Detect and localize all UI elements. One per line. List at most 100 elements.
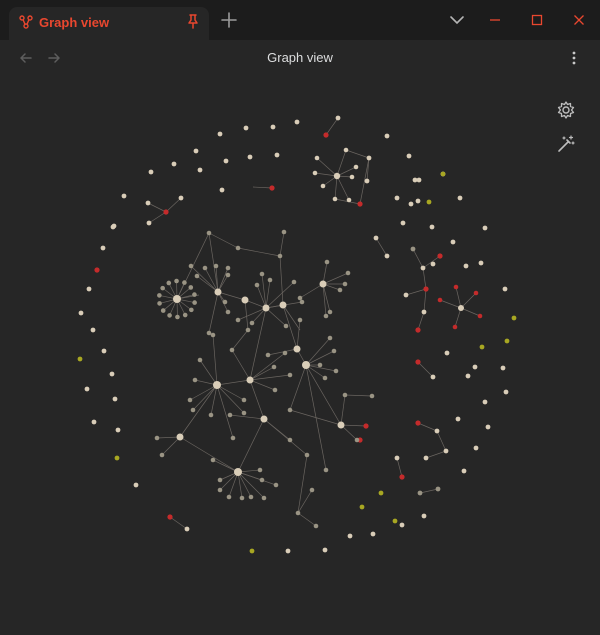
graph-node[interactable] [192,377,198,383]
graph-node[interactable] [331,348,337,354]
graph-node[interactable] [343,147,349,153]
new-tab-button[interactable] [220,11,238,29]
graph-node[interactable] [247,154,253,160]
graph-node[interactable] [323,132,329,138]
graph-node[interactable] [349,174,355,180]
graph-node[interactable] [269,185,275,191]
graph-node[interactable] [342,281,348,287]
graph-node[interactable] [457,195,463,201]
graph-node[interactable] [235,317,241,323]
graph-node[interactable] [271,364,277,370]
pin-icon[interactable] [185,13,201,29]
graph-node[interactable] [421,309,427,315]
graph-node[interactable] [346,197,352,203]
animate-wand-icon[interactable] [556,134,576,154]
graph-node[interactable] [369,393,375,399]
graph-node[interactable] [101,348,107,354]
graph-node[interactable] [403,292,409,298]
graph-node[interactable] [157,301,162,306]
graph-node[interactable] [417,490,423,496]
graph-node[interactable] [333,172,341,180]
graph-node[interactable] [248,494,254,500]
graph-node[interactable] [193,148,199,154]
graph-node[interactable] [458,305,464,311]
graph-node[interactable] [291,279,297,285]
graph-node[interactable] [194,273,200,279]
graph-node[interactable] [91,419,97,425]
graph-node[interactable] [189,307,194,313]
graph-node[interactable] [363,423,369,429]
graph-node[interactable] [192,300,197,305]
tab-list-chevron-icon[interactable] [448,11,466,29]
graph-node[interactable] [415,327,421,333]
graph-node[interactable] [249,548,255,554]
graph-node[interactable] [277,253,283,259]
graph-node[interactable] [295,510,301,516]
graph-node[interactable] [415,359,421,365]
graph-node[interactable] [511,315,517,321]
graph-node[interactable] [100,245,106,251]
graph-node[interactable] [463,263,469,269]
graph-node[interactable] [148,169,154,175]
graph-node[interactable] [178,195,184,201]
graph-node[interactable] [267,277,273,283]
graph-node[interactable] [394,455,400,461]
graph-node[interactable] [270,124,276,130]
graph-node[interactable] [478,260,484,266]
graph-node[interactable] [241,296,249,304]
graph-node[interactable] [312,170,318,176]
graph-node[interactable] [175,314,180,320]
graph-node[interactable] [115,427,121,433]
graph-node[interactable] [154,435,160,441]
graph-node[interactable] [332,196,338,202]
graph-node[interactable] [217,131,223,137]
graph-node[interactable] [415,198,421,204]
graph-node[interactable] [225,265,231,271]
graph-node[interactable] [121,193,127,199]
graph-node[interactable] [477,313,483,319]
graph-node[interactable] [412,177,418,183]
graph-node[interactable] [408,201,414,207]
graph-node[interactable] [226,494,232,500]
graph-node[interactable] [235,245,241,251]
graph-node[interactable] [197,357,203,363]
graph-node[interactable] [327,335,333,341]
graph-node[interactable] [400,220,406,226]
graph-node[interactable] [217,487,223,493]
graph-node[interactable] [166,280,172,286]
graph-node[interactable] [133,482,139,488]
graph-node[interactable] [319,280,327,288]
graph-node[interactable] [366,155,372,161]
graph-node[interactable] [163,209,169,215]
graph-node[interactable] [261,495,267,501]
graph-node[interactable] [421,513,427,519]
graph-node[interactable] [225,272,231,278]
graph-node[interactable] [145,200,151,206]
graph-node[interactable] [502,286,508,292]
graph-node[interactable] [479,344,485,350]
graph-node[interactable] [279,301,287,309]
graph-node[interactable] [281,229,287,235]
graph-node[interactable] [322,547,328,553]
graph-node[interactable] [399,474,405,480]
more-options-icon[interactable] [566,50,582,66]
graph-node[interactable] [219,187,225,193]
graph-node[interactable] [213,263,219,269]
graph-node[interactable] [364,178,370,184]
graph-node[interactable] [160,285,165,291]
graph-node[interactable] [410,246,416,252]
graph-node[interactable] [437,297,443,303]
maximize-icon[interactable] [528,11,546,29]
graph-canvas[interactable] [0,76,600,635]
graph-node[interactable] [213,381,221,389]
graph-node[interactable] [503,389,509,395]
graph-node[interactable] [111,223,117,229]
graph-node[interactable] [202,265,208,271]
graph-node[interactable] [293,345,301,353]
graph-node[interactable] [223,158,229,164]
graph-node[interactable] [174,278,179,284]
graph-node[interactable] [197,167,203,173]
graph-node[interactable] [465,373,471,379]
graph-node[interactable] [420,265,426,271]
graph-node[interactable] [297,317,303,323]
